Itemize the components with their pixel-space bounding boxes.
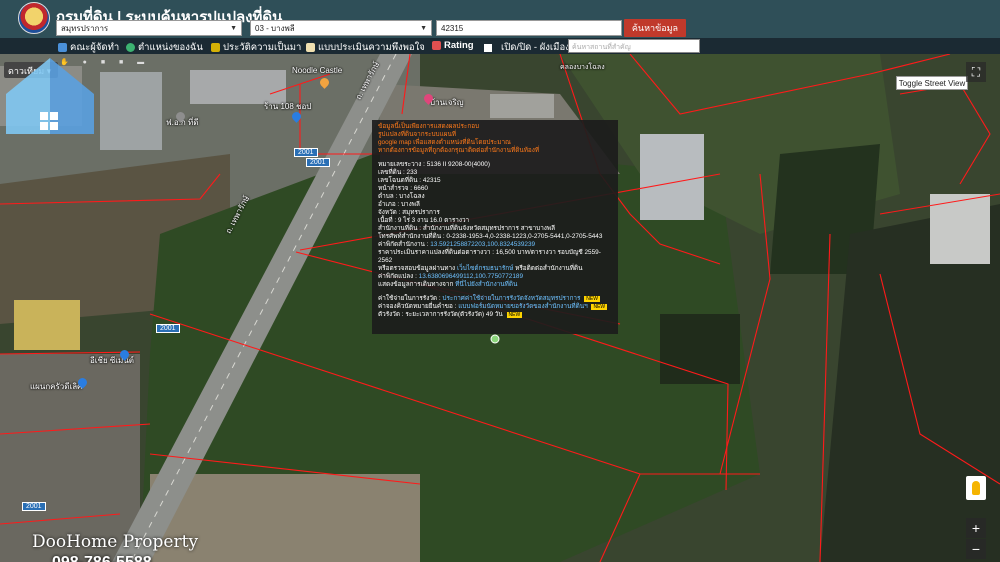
new-badge: NEW [591, 304, 608, 310]
department-logo [18, 2, 50, 34]
rating-icon [432, 41, 441, 50]
poi-apartment[interactable]: บ้านเจริญ [430, 96, 464, 109]
info-parcel-number: เลขที่ดิน : 233 [378, 169, 418, 176]
toolbar-city-plan-toggle[interactable]: เปิด/ปิด - ผังเมือง [484, 40, 570, 55]
poi-building-left-2[interactable]: แผนกครัวดีเลิศ [30, 380, 82, 393]
info-price: ราคาประเมินราคาแปลงที่ดินต่อตารางวา : 16… [378, 249, 601, 264]
info-area: เนื้อที่ : 9 ไร่ 3 งาน 16.0 ตารางวา [378, 217, 470, 224]
toolbar-team-label: คณะผู้จัดทำ [70, 42, 120, 53]
parcel-number-value: 42315 [441, 23, 464, 33]
chevron-down-icon: ▼ [230, 24, 237, 32]
toolbar-survey-label: แบบประเมินความพึงพอใจ [318, 42, 425, 53]
canal-label: คลองบางโฉลง [560, 64, 605, 71]
survey-icon [306, 43, 315, 52]
toolbar-history-label: ประวัติความเป็นมา [223, 42, 302, 53]
district-value: 03 - บางพลี [255, 23, 295, 33]
info-subdistrict: ตำบล : บางโฉลง [378, 193, 425, 200]
warning-line: หากต้องการข้อมูลที่ถูกต้องกรุณาติดต่อสำน… [378, 147, 540, 154]
queue-link[interactable]: แบบฟอร์มนัดหมายขอรังวัดของสำนักงานที่ดิน… [458, 303, 587, 310]
parcel-number-input[interactable]: 42315 [436, 20, 622, 36]
toolbar-history[interactable]: ประวัติความเป็นมา [211, 40, 301, 55]
warning-line: รูปแปลงที่ดินจากระบบแผนที่ [378, 131, 457, 138]
place-search-input[interactable]: ค้นหาสถานที่สำคัญ [568, 39, 700, 53]
land-map-app: กรมที่ดิน | ระบบค้นหารูปแปลงที่ดิน สมุทร… [0, 0, 1000, 562]
checkbox-icon[interactable] [484, 43, 492, 52]
app-header: กรมที่ดิน | ระบบค้นหารูปแปลงที่ดิน สมุทร… [0, 0, 1000, 38]
route-text: แสดงข้อมูลการเดินทางจาก [378, 281, 454, 288]
warning-line: google map เพื่อแสดงตำแหน่งที่ดินโดยประม… [378, 139, 511, 146]
info-province: จังหวัด : สมุทรปราการ [378, 209, 440, 216]
doohome-logo [6, 58, 94, 134]
warning-line: ข้อมูลนี้เป็นเพียงการแสดงผลประกอบ [378, 123, 480, 130]
info-sheet-number: หมายเลขระวาง : 5136 II 9208-00(4000) [378, 161, 490, 168]
info-fee: ค่าใช้จ่ายในการรังวัด : ประกาศค่าใช้จ่าย… [378, 295, 612, 303]
route-link[interactable]: ที่นี่ไปยังสำนักงานที่ดิน [455, 281, 517, 288]
office-coord-link[interactable]: 13.5921258872203,100.8324539239 [430, 241, 535, 248]
info-deed-number: เลขโฉนดที่ดิน : 42315 [378, 177, 441, 184]
poi-shop[interactable]: ร้าน 108 ชอป [264, 100, 311, 113]
chevron-down-icon: ▼ [420, 24, 427, 32]
zoom-in-button[interactable]: + [966, 518, 986, 538]
price-check-text: หรือตรวจสอบข้อมูลผ่านทาง [378, 265, 456, 272]
route-badge: 2001 [306, 158, 330, 167]
toolbar-survey[interactable]: แบบประเมินความพึงพอใจ [306, 40, 425, 55]
info-office-coord: ค่าพิกัดสำนักงาน : 13.5921258872203,100.… [378, 241, 612, 249]
new-badge: NEW [506, 312, 523, 318]
route-badge: 2001 [156, 324, 180, 333]
toolbar-city-plan-label: เปิด/ปิด - ผังเมือง [501, 42, 570, 53]
info-days: ตัวรังวัด : ระยะเวลาการรังวัด(ตัวรังวัด)… [378, 311, 612, 319]
fee-label: ค่าใช้จ่ายในการรังวัด : [378, 295, 441, 302]
route-badge: 2001 [294, 148, 318, 157]
info-district: อำเภอ : บางพลี [378, 201, 420, 208]
fee-link[interactable]: ประกาศค่าใช้จ่ายในการรังวัดจังหวัดสมุทรป… [442, 295, 580, 302]
team-icon [58, 43, 67, 52]
days-label: ตัวรังวัด : ระยะเวลาการรังวัด(ตัวรังวัด)… [378, 311, 503, 318]
fullscreen-icon[interactable]: ⛶ [966, 62, 986, 82]
toolbar-team[interactable]: คณะผู้จัดทำ [58, 40, 119, 55]
route-badge: 2001 [22, 502, 46, 511]
queue-label: ค่าจองคิวนัดหมายยื่นคำขอ : [378, 303, 457, 310]
poi-noodle-castle[interactable]: Noodle Castle [292, 66, 342, 75]
pegman-icon[interactable] [966, 476, 986, 500]
info-queue: ค่าจองคิวนัดหมายยื่นคำขอ : แบบฟอร์มนัดหม… [378, 303, 612, 311]
parcel-info-popup: ข้อมูลนี้เป็นเพียงการแสดงผลประกอบ รูปแปล… [372, 120, 618, 334]
toolbar-rating[interactable]: Rating [432, 40, 474, 51]
zoom-out-button[interactable]: − [966, 539, 986, 559]
watermark-phone: 098-786-5588 [52, 554, 152, 562]
province-select[interactable]: สมุทรปราการ ▼ [56, 20, 242, 36]
district-select[interactable]: 03 - บางพลี ▼ [250, 20, 432, 36]
info-route: แสดงข้อมูลการเดินทางจาก ที่นี่ไปยังสำนัก… [378, 281, 612, 289]
toolbar-my-location[interactable]: ตำแหน่งของฉัน [126, 40, 203, 55]
info-survey-page: หน้าสำรวจ : 6660 [378, 185, 428, 192]
info-office-phone: โทรศัพท์สำนักงานที่ดิน : 0-2338-1953-4,0… [378, 233, 603, 240]
treasury-website-link[interactable]: เว็บไซต์กรมธนารักษ์ [457, 265, 513, 272]
price-check-tail: หรือติดต่อสำนักงานที่ดิน [515, 265, 583, 272]
toolbar: คณะผู้จัดทำ ตำแหน่งของฉัน ประวัติความเป็… [0, 38, 1000, 54]
location-icon [126, 43, 135, 52]
info-price-check: หรือตรวจสอบข้อมูลผ่านทาง เว็บไซต์กรมธนาร… [378, 265, 612, 273]
street-view-toggle[interactable]: Toggle Street View [896, 76, 968, 90]
parcel-coord-link[interactable]: 13.6380696499112,100.7750772189 [419, 273, 523, 280]
info-land-office: สำนักงานที่ดิน : สำนักงานที่ดินจังหวัดสม… [378, 225, 556, 232]
watermark-brand: DooHome Property [32, 532, 199, 552]
province-value: สมุทรปราการ [61, 23, 109, 33]
info-parcel-coord: ค่าพิกัดแปลง : 13.6380696499112,100.7750… [378, 273, 612, 281]
new-badge: NEW [584, 296, 600, 302]
toolbar-rating-label: Rating [444, 40, 474, 51]
toolbar-my-location-label: ตำแหน่งของฉัน [138, 42, 203, 53]
office-coord-label: ค่าพิกัดสำนักงาน : [378, 241, 429, 248]
history-icon [211, 43, 220, 52]
search-button[interactable]: ค้นหาข้อมูล [624, 19, 686, 37]
parcel-coord-label: ค่าพิกัดแปลง : [378, 273, 417, 280]
